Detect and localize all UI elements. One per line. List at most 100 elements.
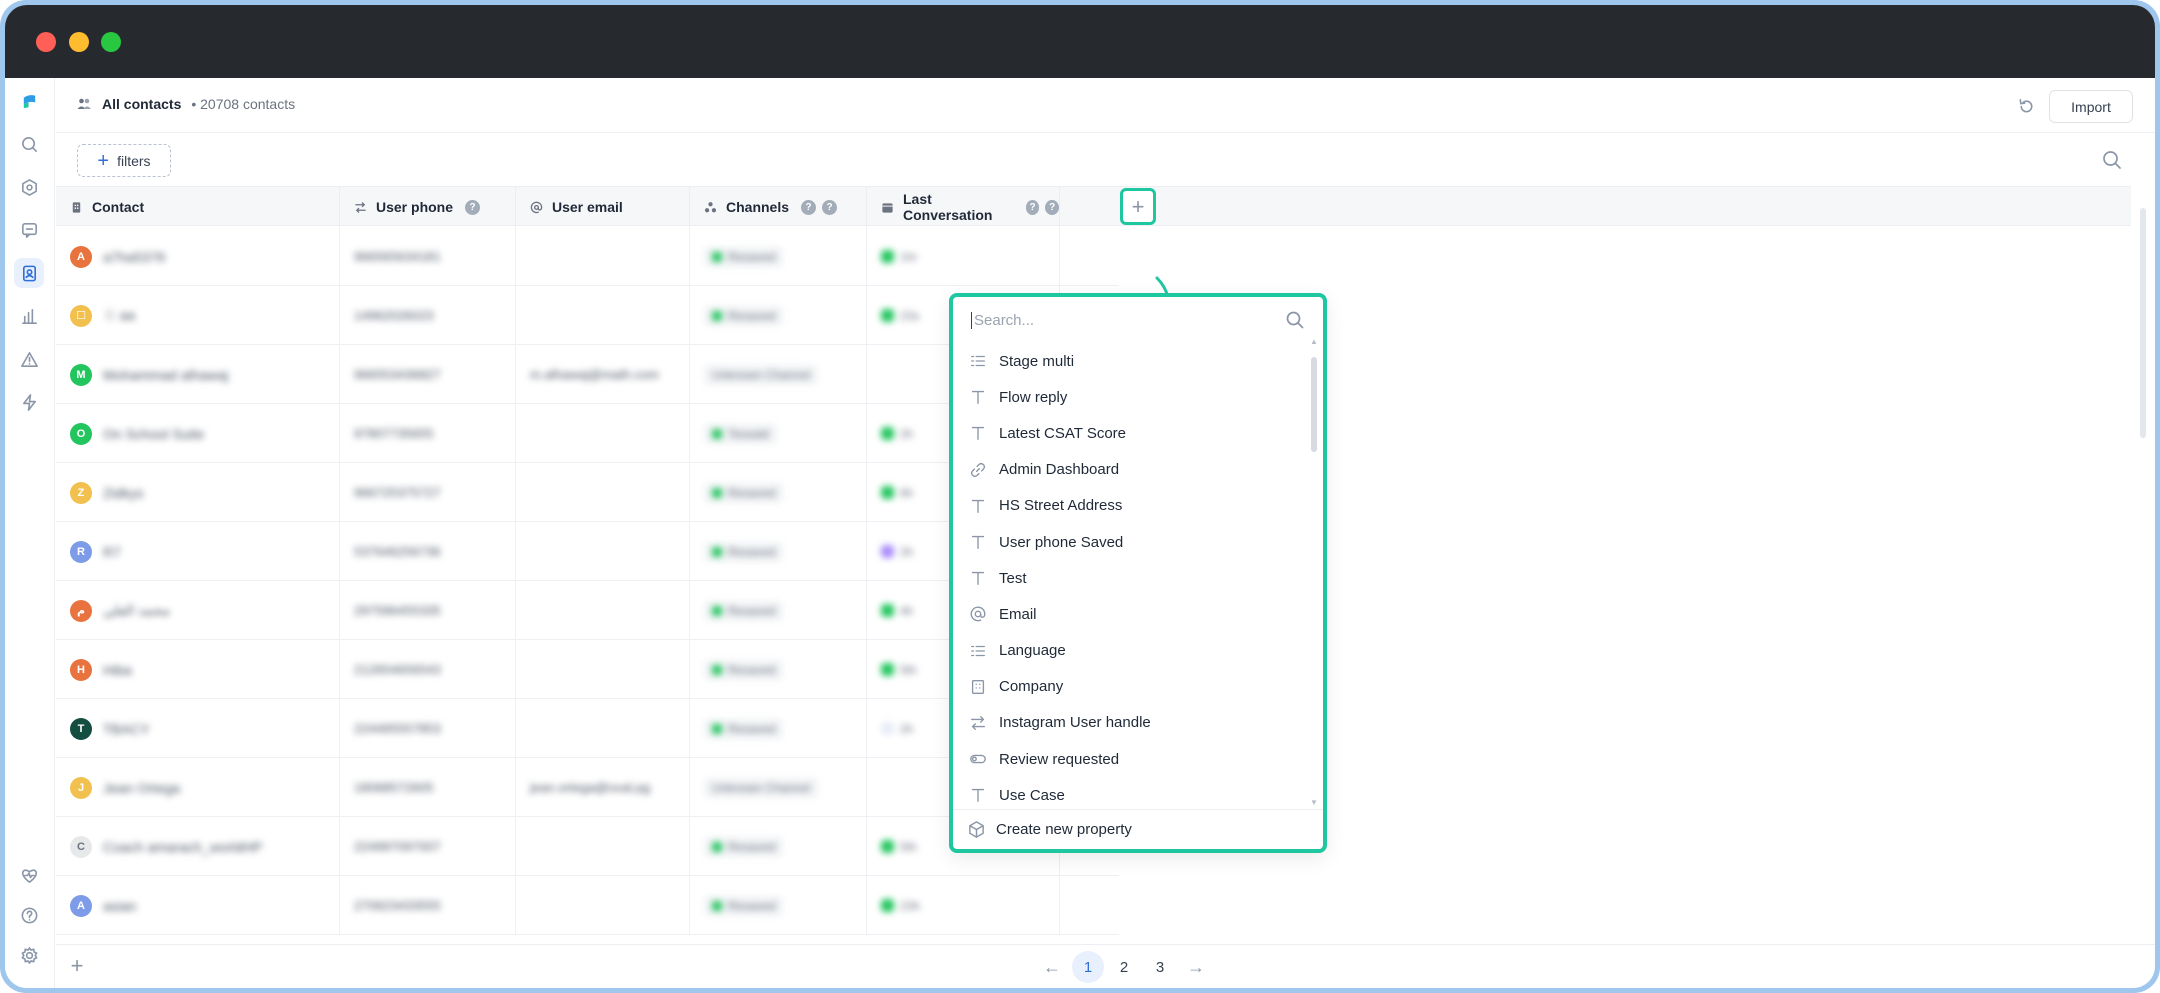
cell-user-phone[interactable]: 224495557853 (340, 699, 516, 758)
minimize-window-button[interactable] (69, 32, 89, 52)
help-icon[interactable] (14, 900, 44, 930)
cell-contact[interactable]: H Hiba (56, 640, 340, 699)
chat-icon[interactable] (14, 215, 44, 245)
property-option[interactable]: Admin Dashboard (953, 452, 1303, 488)
property-search-input[interactable] (971, 311, 1271, 329)
property-option[interactable]: Email (953, 596, 1303, 632)
cell-channels[interactable]: Resaved (690, 227, 867, 286)
cell-contact[interactable]: م محمد العلي (56, 581, 340, 640)
cell-channels[interactable]: Resaved (690, 522, 867, 581)
cell-user-email[interactable] (516, 463, 690, 522)
scroll-up-icon[interactable]: ▲ (1310, 337, 1318, 346)
cell-contact[interactable]: M Mohammad alhawaj (56, 345, 340, 404)
property-option[interactable]: Use Case (953, 777, 1303, 813)
cell-channels[interactable]: Resaved (690, 640, 867, 699)
table-scrollbar[interactable] (2139, 208, 2147, 908)
cell-contact[interactable]: C Coach amarach_worldHP (56, 817, 340, 876)
cell-user-phone[interactable]: 212654656543 (340, 640, 516, 699)
cell-user-phone[interactable]: 14962026023 (340, 286, 516, 345)
cell-contact[interactable]: Aasian (56, 876, 340, 935)
cell-contact[interactable]: O On School Suite (56, 404, 340, 463)
search-icon[interactable] (14, 129, 44, 159)
property-option[interactable]: Latest CSAT Score (953, 415, 1303, 451)
cell-contact[interactable]: T TBACY (56, 699, 340, 758)
property-option[interactable]: Instagram User handle (953, 705, 1303, 741)
column-header-contact[interactable]: Contact (56, 187, 340, 227)
create-property-button[interactable]: Create new property (953, 809, 1323, 849)
help-icon[interactable]: ? (465, 199, 481, 215)
settings-hex-icon[interactable] (14, 172, 44, 202)
cell-user-email[interactable]: m.alhawaj@math.com (516, 345, 690, 404)
cell-user-phone[interactable]: 97807735655 (340, 404, 516, 463)
filters-button[interactable]: + filters (77, 144, 171, 177)
column-header-user-email[interactable]: User email (516, 187, 690, 227)
property-option[interactable]: Flow reply (953, 379, 1303, 415)
table-row[interactable]: Aasian 270623433555 Resaved 23h (56, 876, 1119, 935)
cell-user-email[interactable] (516, 876, 690, 935)
column-header-user-phone[interactable]: User phone? (340, 187, 516, 227)
cell-channels[interactable]: Resaved (690, 286, 867, 345)
help-icon[interactable]: ? (1045, 199, 1059, 215)
cell-contact[interactable]: Z Zidkys (56, 463, 340, 522)
cell-user-phone[interactable]: 270623433555 (340, 876, 516, 935)
cell-user-email[interactable] (516, 640, 690, 699)
cell-user-email[interactable] (516, 227, 690, 286)
next-page-button[interactable]: → (1180, 951, 1212, 983)
logo-icon[interactable] (14, 86, 44, 116)
page-3-button[interactable]: 3 (1144, 951, 1176, 983)
maximize-window-button[interactable] (101, 32, 121, 52)
cell-channels[interactable]: Unknown Channel (690, 758, 867, 817)
refresh-icon[interactable] (2013, 93, 2039, 119)
page-1-button[interactable]: 1 (1072, 951, 1104, 983)
lightning-icon[interactable] (14, 387, 44, 417)
alert-icon[interactable] (14, 344, 44, 374)
table-search-icon[interactable] (2101, 149, 2125, 173)
column-header-channels[interactable]: Channels?? (690, 187, 867, 227)
cell-channels[interactable]: Resaved (690, 876, 867, 935)
cell-contact[interactable]: Aa7ha5376 (56, 227, 340, 286)
help-icon[interactable]: ? (1025, 199, 1040, 215)
cell-user-phone[interactable]: 966725375727 (340, 463, 516, 522)
add-column-button[interactable]: + (1120, 188, 1156, 225)
cell-last-conversation[interactable]: 23h (867, 876, 1060, 935)
property-option[interactable]: HS Street Address (953, 488, 1303, 524)
cell-contact[interactable]: ☐ ☃ aa (56, 286, 340, 345)
close-window-button[interactable] (36, 32, 56, 52)
dropdown-scrollbar-thumb[interactable] (1311, 357, 1317, 452)
scroll-down-icon[interactable]: ▼ (1310, 798, 1318, 807)
prev-page-button[interactable]: ← (1036, 951, 1068, 983)
property-option[interactable]: Review requested (953, 741, 1303, 777)
cell-user-email[interactable]: jean.ortega@oval.pg (516, 758, 690, 817)
cell-channels[interactable]: Resaved (690, 817, 867, 876)
cell-user-email[interactable] (516, 404, 690, 463)
column-header-last-conversation[interactable]: Last Conversation?? (867, 187, 1060, 227)
help-icon[interactable]: ? (801, 199, 817, 215)
cell-channels[interactable]: Resaved (690, 699, 867, 758)
cell-channels[interactable]: Unknown Channel (690, 345, 867, 404)
cell-user-email[interactable] (516, 522, 690, 581)
property-option[interactable]: Test (953, 560, 1303, 596)
add-row-button[interactable]: + (66, 953, 88, 978)
dropdown-scrollbar[interactable]: ▲ ▼ (1310, 337, 1318, 807)
property-option[interactable]: Stage multi (953, 343, 1303, 379)
cell-user-phone[interactable]: 224997097007 (340, 817, 516, 876)
property-option[interactable]: Company (953, 669, 1303, 705)
cell-user-phone[interactable]: 966565634181 (340, 227, 516, 286)
cell-user-phone[interactable]: 966553436827 (340, 345, 516, 404)
cell-user-email[interactable] (516, 286, 690, 345)
page-2-button[interactable]: 2 (1108, 951, 1140, 983)
cell-channels[interactable]: Resaved (690, 581, 867, 640)
heartbeat-icon[interactable] (14, 860, 44, 890)
help-icon[interactable]: ? (822, 199, 838, 215)
scrollbar-thumb[interactable] (2140, 208, 2146, 438)
cell-user-email[interactable] (516, 581, 690, 640)
cell-channels[interactable]: Resaved (690, 463, 867, 522)
cell-user-phone[interactable]: 537646256736 (340, 522, 516, 581)
table-row[interactable]: Aa7ha5376 966565634181 Resaved 1hr (56, 227, 1119, 286)
cell-last-conversation[interactable]: 1hr (867, 227, 1060, 286)
cell-user-email[interactable] (516, 699, 690, 758)
cell-contact[interactable]: J Jean Ortega (56, 758, 340, 817)
property-option[interactable]: Language (953, 633, 1303, 669)
cell-user-email[interactable] (516, 817, 690, 876)
import-button[interactable]: Import (2049, 90, 2133, 123)
